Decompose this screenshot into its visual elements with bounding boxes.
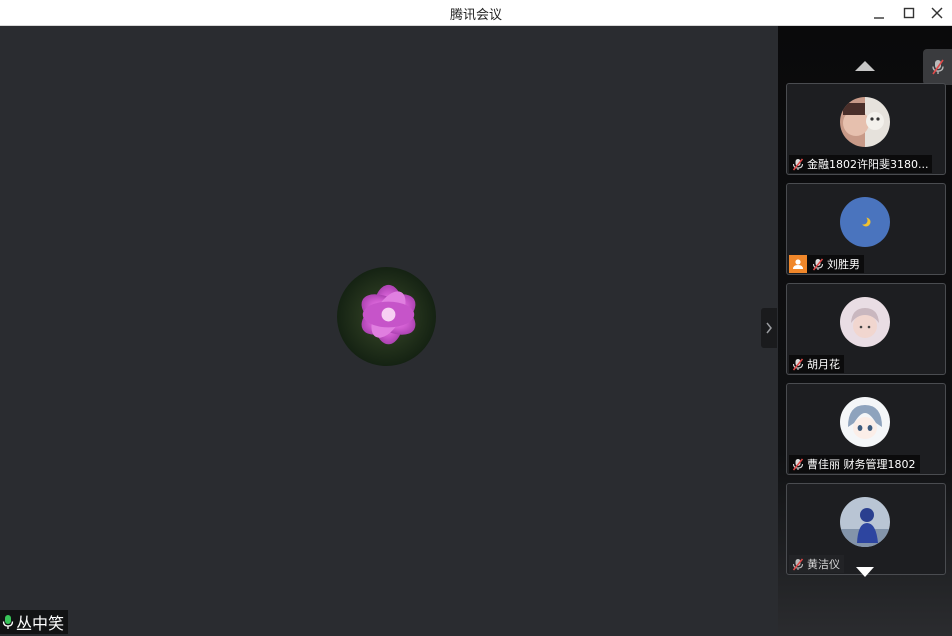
flower-avatar-image xyxy=(337,267,436,366)
mic-muted-icon xyxy=(931,59,944,75)
scroll-down-arrow-icon[interactable] xyxy=(856,567,874,577)
speaker-name-label: 丛中笑 xyxy=(0,610,69,634)
participant-tile[interactable]: 金融1802许阳斐3180... xyxy=(786,83,946,175)
participant-tile[interactable]: 刘胜男 xyxy=(786,183,946,275)
participant-avatar xyxy=(840,297,890,347)
mic-muted-icon xyxy=(812,258,824,270)
participant-name: 刘胜男 xyxy=(827,258,860,271)
host-icon xyxy=(789,255,807,273)
chevron-right-icon xyxy=(766,322,772,334)
participant-avatar xyxy=(840,197,890,247)
participant-avatar xyxy=(840,397,890,447)
participant-name: 曹佳丽 财务管理1802 xyxy=(807,458,916,471)
participant-name-bar: 胡月花 xyxy=(789,355,844,373)
close-icon xyxy=(931,7,943,19)
scroll-up-arrow-icon[interactable] xyxy=(855,61,875,71)
title-bar: 腾讯会议 xyxy=(0,0,952,26)
participant-name: 黄洁仪 xyxy=(807,558,840,571)
speaker-avatar xyxy=(337,267,436,366)
anime-avatar-image xyxy=(840,397,890,447)
minimize-icon xyxy=(874,17,884,19)
minimize-button[interactable] xyxy=(864,0,894,26)
participant-name-bar: 金融1802许阳斐3180... xyxy=(789,155,933,173)
participant-avatar xyxy=(840,97,890,147)
speaker-name: 丛中笑 xyxy=(16,614,65,633)
participant-name-bar: 黄洁仪 xyxy=(789,555,844,573)
participant-tile[interactable]: 黄洁仪 xyxy=(786,483,946,575)
moon-avatar-image xyxy=(840,197,890,247)
participant-name-bar: 曹佳丽 财务管理1802 xyxy=(789,455,920,473)
maximize-icon xyxy=(903,7,915,19)
participant-name: 胡月花 xyxy=(807,358,840,371)
maximize-button[interactable] xyxy=(894,0,924,26)
main-video-area[interactable]: 丛中笑 xyxy=(0,26,778,636)
blue-figure-avatar-image xyxy=(840,497,890,547)
participant-avatar xyxy=(840,497,890,547)
mic-muted-icon xyxy=(792,558,804,570)
collapse-sidebar-button[interactable] xyxy=(761,308,777,348)
mic-muted-icon xyxy=(792,158,804,170)
participant-tile[interactable]: 曹佳丽 财务管理1802 xyxy=(786,383,946,475)
participant-name-bar: 刘胜男 xyxy=(789,255,864,273)
participant-tile[interactable]: 胡月花 xyxy=(786,283,946,375)
mic-muted-icon xyxy=(792,358,804,370)
girl-photo-avatar-image xyxy=(840,297,890,347)
mic-muted-icon xyxy=(792,458,804,470)
mic-on-icon xyxy=(2,615,14,629)
window-title: 腾讯会议 xyxy=(449,8,502,23)
participant-name: 金融1802许阳斐3180... xyxy=(807,158,929,171)
close-button[interactable] xyxy=(922,0,952,26)
face-cat-avatar-image xyxy=(840,97,890,147)
mute-toggle-button[interactable] xyxy=(923,49,952,85)
